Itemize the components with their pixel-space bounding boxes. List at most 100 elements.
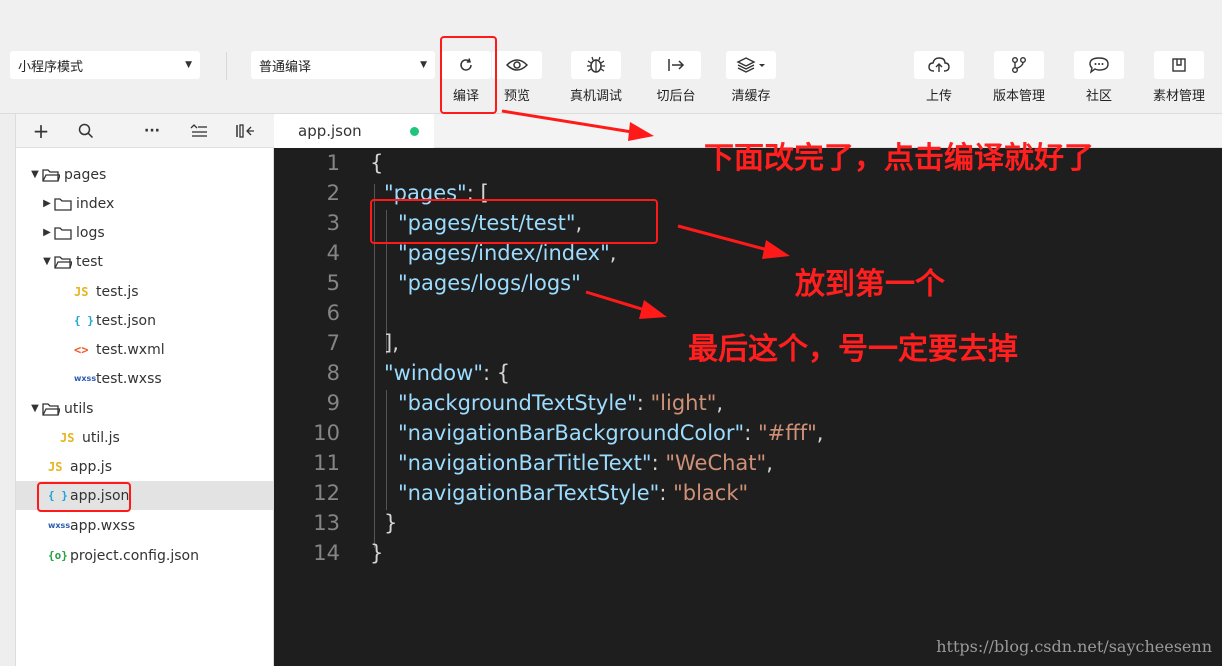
code-line-1: { xyxy=(370,151,383,175)
add-file-button[interactable]: + xyxy=(31,121,51,141)
tree-item-label: utils xyxy=(64,400,94,417)
line-number: 6 xyxy=(326,301,340,325)
tree-item-test[interactable]: ▼ test xyxy=(16,247,273,276)
code-token: : xyxy=(651,451,666,475)
code-token: "#fff" xyxy=(757,421,817,445)
js-file-icon: JS xyxy=(48,459,63,474)
code-line-5: "pages/logs/logs" xyxy=(398,271,581,295)
folder-open-icon xyxy=(54,255,76,269)
tree-item-index[interactable]: ▶ index xyxy=(16,189,273,218)
switch-background-label: 切后台 xyxy=(656,89,696,104)
tree-item-test-js[interactable]: JS test.js xyxy=(16,277,273,306)
tree-item-label: test.json xyxy=(96,312,156,329)
tree-item-label: index xyxy=(76,195,115,212)
compile-select[interactable]: 普通编译 ▼ xyxy=(251,51,435,79)
panel-collapse-icon xyxy=(236,124,254,138)
tree-item-label: util.js xyxy=(82,429,120,446)
annotation-comma-note: 最后这个，号一定要去掉 xyxy=(688,332,1018,367)
tree-item-test-wxml[interactable]: <> test.wxml xyxy=(16,335,273,364)
code-token: , xyxy=(609,241,617,265)
code-token: : xyxy=(744,421,758,445)
preview-button[interactable]: 预览 xyxy=(492,51,542,104)
wxss-file-icon: wxss xyxy=(48,521,71,530)
tab-app-json[interactable]: app.json xyxy=(274,114,434,148)
tree-item-test-json[interactable]: { } test.json xyxy=(16,306,273,335)
tree-item-test-wxss[interactable]: wxss test.wxss xyxy=(16,364,273,393)
search-button[interactable] xyxy=(76,121,96,141)
community-button[interactable]: 社区 xyxy=(1074,51,1124,104)
code-line-13: } xyxy=(384,511,397,535)
line-number: 12 xyxy=(313,481,340,505)
tree-item-util-js[interactable]: JS util.js xyxy=(16,423,273,452)
more-button[interactable]: ··· xyxy=(142,121,162,141)
upload-label: 上传 xyxy=(925,89,952,104)
tree-item-utils[interactable]: ▼ utils xyxy=(16,394,273,423)
toggle-panel-button[interactable] xyxy=(235,121,255,141)
code-token: , xyxy=(816,421,824,445)
line-number: 7 xyxy=(326,331,340,355)
code-token: "navigationBarTitleText" xyxy=(398,451,652,475)
mode-select[interactable]: 小程序模式 ▼ xyxy=(10,51,200,79)
tree-item-app-wxss[interactable]: wxss app.wxss xyxy=(16,511,273,540)
code-line-4: "pages/index/index", xyxy=(398,241,616,265)
code-token: ], xyxy=(384,331,399,355)
code-line-7: ], xyxy=(384,331,399,355)
chevron-down-icon: ▼ xyxy=(420,60,427,70)
tree-item-label: logs xyxy=(76,224,105,241)
line-number: 10 xyxy=(313,421,340,445)
preview-label: 预览 xyxy=(503,89,530,104)
code-token: "black" xyxy=(673,481,749,505)
clear-cache-button[interactable]: 清缓存 xyxy=(726,51,776,104)
line-number: 5 xyxy=(326,271,340,295)
code-token: : { xyxy=(483,361,511,385)
line-number: 8 xyxy=(326,361,340,385)
toolbar: 小程序模式 ▼ 普通编译 ▼ 编译 预览 真机调试 切后台 清缓存 上传 版本管… xyxy=(0,0,1222,114)
code-line-12: "navigationBarTextStyle": "black" xyxy=(398,481,748,505)
code-line-9: "backgroundTextStyle": "light", xyxy=(398,391,723,415)
tree-item-label: project.config.json xyxy=(70,547,199,564)
eye-icon xyxy=(492,51,542,79)
tree-item-app-js[interactable]: JS app.js xyxy=(16,452,273,481)
tree-item-logs[interactable]: ▶ logs xyxy=(16,218,273,247)
remote-debug-button[interactable]: 真机调试 xyxy=(570,51,623,104)
js-file-icon: JS xyxy=(60,430,75,445)
chevron-down-icon: ▼ xyxy=(185,60,192,70)
community-label: 社区 xyxy=(1085,89,1112,104)
upload-button[interactable]: 上传 xyxy=(914,51,964,104)
annotation-compile-note: 下面改完了，点击编译就好了 xyxy=(704,141,1094,176)
config-file-icon: {o} xyxy=(48,549,68,562)
file-explorer: + ··· ▼ pages ▶ index ▶ logs ▼ test JS t… xyxy=(0,114,274,666)
plus-icon: + xyxy=(32,119,50,143)
chevron-down-icon: ▼ xyxy=(43,256,51,267)
code-token: "backgroundTextStyle" xyxy=(398,391,637,415)
line-number: 2 xyxy=(326,181,340,205)
code-token: } xyxy=(384,511,398,535)
bug-icon xyxy=(571,51,621,79)
watermark: https://blog.csdn.net/saycheesenn xyxy=(936,637,1212,656)
compile-select-value: 普通编译 xyxy=(259,59,312,75)
tree-item-pages[interactable]: ▼ pages xyxy=(16,160,273,189)
archive-icon xyxy=(1154,51,1204,79)
wxss-file-icon: wxss xyxy=(74,374,97,383)
code-token: "navigationBarBackgroundColor" xyxy=(398,421,745,445)
switch-background-button[interactable]: 切后台 xyxy=(651,51,701,104)
ide-window: 小程序模式 ▼ 普通编译 ▼ 编译 预览 真机调试 切后台 清缓存 上传 版本管… xyxy=(0,0,1222,666)
line-number: 11 xyxy=(313,451,340,475)
collapse-all-button[interactable] xyxy=(189,121,209,141)
chevron-right-icon: ▶ xyxy=(43,198,51,209)
remote-debug-label: 真机调试 xyxy=(570,89,623,104)
tree-item-project-config[interactable]: {o} project.config.json xyxy=(16,541,273,570)
branch-icon xyxy=(994,51,1044,79)
version-label: 版本管理 xyxy=(993,89,1046,104)
collapse-list-icon xyxy=(190,124,207,137)
assets-button[interactable]: 素材管理 xyxy=(1153,51,1206,104)
tree-item-label: test.wxss xyxy=(96,370,162,387)
code-token: } xyxy=(370,541,384,565)
code-token: "pages/index/index" xyxy=(398,241,610,265)
assets-label: 素材管理 xyxy=(1153,89,1206,104)
clear-cache-label: 清缓存 xyxy=(731,89,771,104)
layers-icon xyxy=(726,51,776,79)
code-line-10: "navigationBarBackgroundColor": "#fff", xyxy=(398,421,823,445)
version-button[interactable]: 版本管理 xyxy=(993,51,1046,104)
folder-open-icon xyxy=(42,168,64,182)
